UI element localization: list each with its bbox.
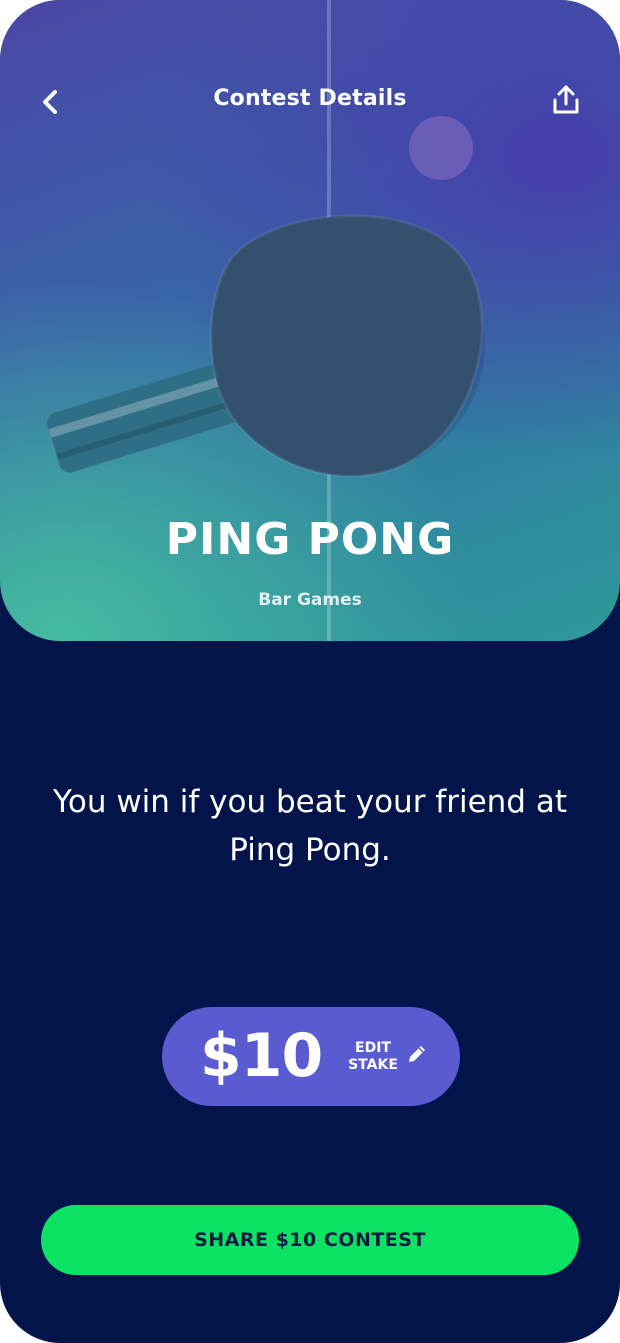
share-button[interactable]	[546, 80, 586, 120]
hero-image: Contest Details PING PONG Bar Games	[0, 0, 620, 641]
stake-amount: $10	[200, 1021, 323, 1091]
page-title: Contest Details	[213, 86, 407, 111]
top-nav: Contest Details	[0, 72, 620, 132]
pencil-icon	[409, 1046, 425, 1062]
share-contest-button[interactable]: SHARE $10 CONTEST	[41, 1205, 579, 1275]
share-upload-icon	[553, 85, 579, 114]
share-contest-label: SHARE $10 CONTEST	[194, 1229, 426, 1251]
edit-stake-label-line1: EDIT	[355, 1040, 391, 1056]
edit-stake-label: EDIT STAKE	[344, 1040, 402, 1074]
contest-category: Bar Games	[258, 590, 362, 610]
contest-description: You win if you beat your friend at Ping …	[53, 784, 567, 868]
phone-screen: Contest Details PING PONG Bar Games You …	[0, 0, 620, 1343]
edit-stake-button[interactable]: $10 EDIT STAKE	[162, 1007, 460, 1106]
edit-stake-label-line2: STAKE	[348, 1057, 398, 1073]
contest-title: PING PONG	[165, 514, 455, 565]
